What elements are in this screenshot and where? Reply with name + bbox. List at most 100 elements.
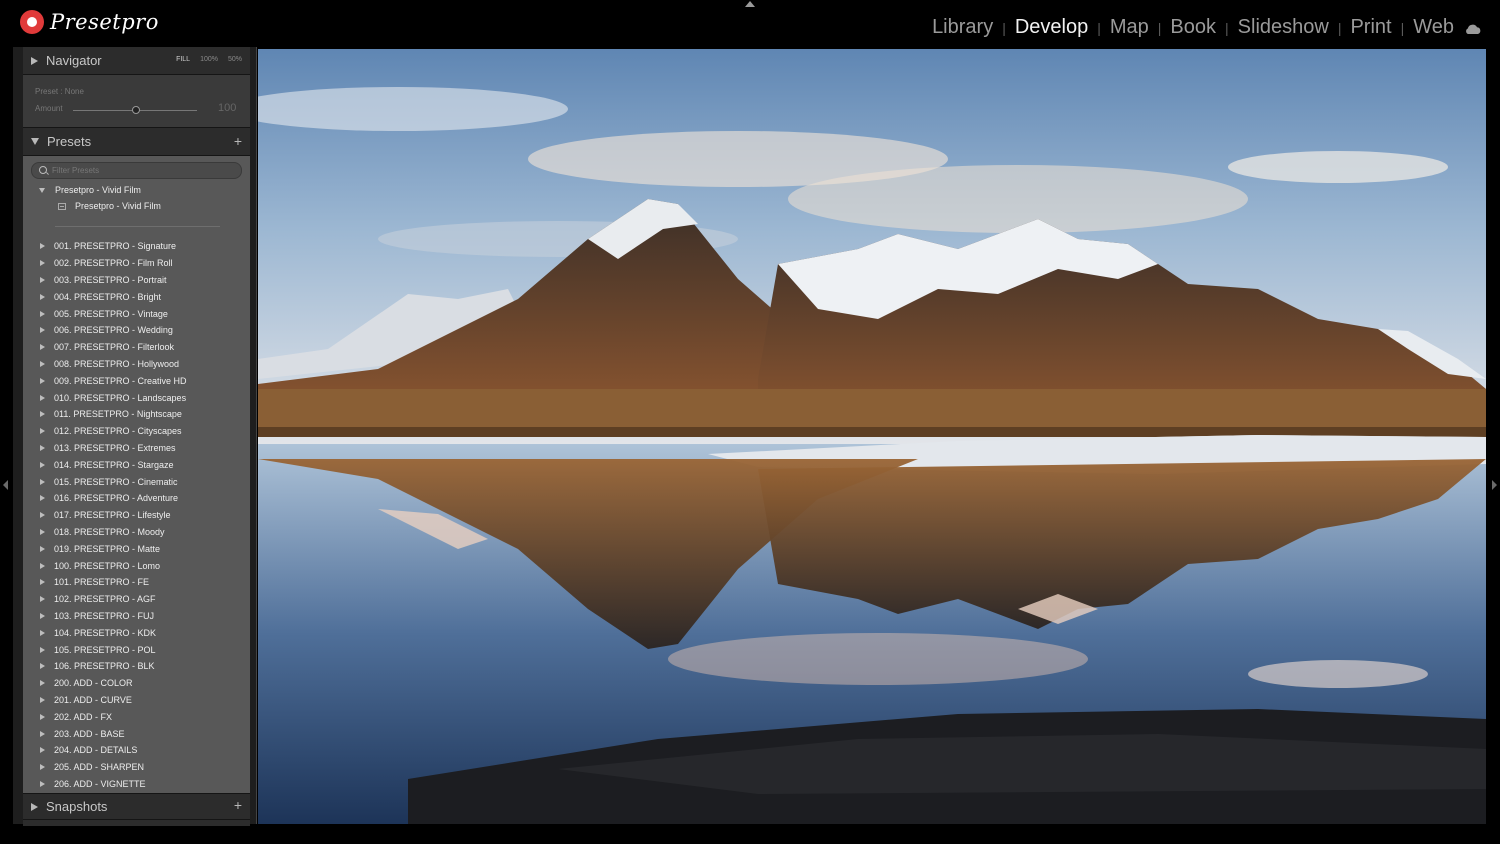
preset-folder-row[interactable]: 017. PRESETPRO - Lifestyle [40,507,187,524]
module-picker: Library | Develop | Map | Book | Slideshow | Print… [932,16,1482,39]
preset-folder-row[interactable]: 101. PRESETPRO - FE [40,574,187,591]
folder-collapsed-triangle-icon [40,394,45,401]
expanded-triangle-icon [31,138,39,145]
amount-slider-handle[interactable] [132,106,140,114]
right-panel-toggle-icon[interactable] [1492,480,1497,490]
preset-divider [55,226,220,227]
preset-folder-label: 101. PRESETPRO - FE [54,577,150,588]
module-develop[interactable]: Develop [1015,16,1088,39]
cloud-sync-icon[interactable] [1464,22,1482,34]
preset-folder-row[interactable]: 201. ADD - CURVE [40,692,187,709]
left-panel: Navigator FILL 100% 50% Preset : None Am… [13,47,257,826]
preset-folder-label: 102. PRESETPRO - AGF [54,594,156,605]
navigator-header[interactable]: Navigator FILL 100% 50% [23,47,250,75]
zoom-50[interactable]: 50% [228,56,242,63]
preset-folder-row[interactable]: 006. PRESETPRO - Wedding [40,322,187,339]
preset-folder-row[interactable]: 003. PRESETPRO - Portrait [40,272,187,289]
filter-presets-input[interactable] [52,164,232,176]
folder-collapsed-triangle-icon [40,461,45,468]
preset-folder-row[interactable]: 103. PRESETPRO - FUJ [40,608,187,625]
preset-folder-label: 015. PRESETPRO - Cinematic [54,476,178,487]
preset-folder-row[interactable]: 018. PRESETPRO - Moody [40,524,187,541]
preset-folder-row[interactable]: 009. PRESETPRO - Creative HD [40,372,187,389]
folder-collapsed-triangle-icon [40,327,45,334]
preset-folder-row[interactable]: 019. PRESETPRO - Matte [40,540,187,557]
preset-folder-row[interactable]: 005. PRESETPRO - Vintage [40,305,187,322]
snapshots-header[interactable]: Snapshots + [23,794,250,819]
preset-amount-box: Preset : None Amount 100 [23,75,250,128]
module-slideshow[interactable]: Slideshow [1238,16,1329,39]
top-panel-toggle-icon[interactable] [745,1,755,7]
preset-folder-label: 200. ADD - COLOR [54,678,133,689]
preset-folder-row[interactable]: 013. PRESETPRO - Extremes [40,440,187,457]
preset-folder-row[interactable]: 105. PRESETPRO - POL [40,641,187,658]
preset-folder-label: 204. ADD - DETAILS [54,745,138,756]
preset-folder-row[interactable]: 004. PRESETPRO - Bright [40,288,187,305]
module-map[interactable]: Map [1110,16,1149,39]
folder-collapsed-triangle-icon [40,444,45,451]
filter-presets-field[interactable] [31,162,242,179]
folder-collapsed-triangle-icon [40,411,45,418]
module-web[interactable]: Web [1413,16,1454,39]
preset-folder-row[interactable]: 001. PRESETPRO - Signature [40,238,187,255]
preset-folder-list: 001. PRESETPRO - Signature 002. PRESETPRO… [40,238,187,792]
folder-collapsed-triangle-icon [40,780,45,787]
collapsed-triangle-icon [31,56,38,65]
add-preset-plus-icon[interactable]: + [234,133,242,149]
left-panel-toggle-icon[interactable] [3,480,8,490]
preset-folder-row[interactable]: 010. PRESETPRO - Landscapes [40,389,187,406]
preset-folder-row[interactable]: 206. ADD - VIGNETTE [40,776,187,793]
preset-item-label: Presetpro - Vivid Film [75,201,161,211]
module-separator: | [1225,19,1229,36]
module-print[interactable]: Print [1350,16,1391,39]
preset-folder-row[interactable]: 002. PRESETPRO - Film Roll [40,255,187,272]
module-separator: | [1002,19,1006,36]
snapshots-title: Snapshots [46,799,108,814]
zoom-100[interactable]: 100% [200,56,218,63]
preset-folder-label: 103. PRESETPRO - FUJ [54,610,155,621]
preset-folder-row[interactable]: 205. ADD - SHARPEN [40,759,187,776]
amount-value[interactable]: 100 [218,102,236,114]
folder-collapsed-triangle-icon [40,310,45,317]
preset-folder-label: 008. PRESETPRO - Hollywood [54,358,180,369]
preset-item[interactable]: Presetpro - Vivid Film [58,201,161,211]
preset-folder-expanded[interactable]: Presetpro - Vivid Film [39,185,141,195]
folder-collapsed-triangle-icon [40,260,45,267]
folder-collapsed-triangle-icon [40,276,45,283]
preset-folder-row[interactable]: 015. PRESETPRO - Cinematic [40,473,187,490]
module-library[interactable]: Library [932,16,993,39]
preset-folder-row[interactable]: 204. ADD - DETAILS [40,742,187,759]
preset-folder-row[interactable]: 203. ADD - BASE [40,725,187,742]
folder-collapsed-triangle-icon [40,495,45,502]
photo-preview[interactable] [258,49,1486,824]
zoom-fill[interactable]: FILL [176,56,190,63]
preset-folder-label: 205. ADD - SHARPEN [54,762,145,773]
preset-file-icon [58,202,66,210]
preset-folder-label: 013. PRESETPRO - Extremes [54,442,176,453]
folder-collapsed-triangle-icon [40,612,45,619]
preset-folder-row[interactable]: 014. PRESETPRO - Stargaze [40,456,187,473]
preset-folder-label: 014. PRESETPRO - Stargaze [54,459,174,470]
preset-folder-row[interactable]: 011. PRESETPRO - Nightscape [40,406,187,423]
preset-folder-row[interactable]: 104. PRESETPRO - KDK [40,624,187,641]
module-book[interactable]: Book [1170,16,1216,39]
preset-folder-row[interactable]: 200. ADD - COLOR [40,675,187,692]
preset-folder-row[interactable]: 102. PRESETPRO - AGF [40,591,187,608]
presets-header[interactable]: Presets + [23,128,250,156]
folder-collapsed-triangle-icon [40,764,45,771]
folder-collapsed-triangle-icon [40,646,45,653]
add-snapshot-plus-icon[interactable]: + [234,797,242,813]
history-header-partial[interactable] [23,819,250,826]
folder-collapsed-triangle-icon [40,528,45,535]
preset-folder-row[interactable]: 007. PRESETPRO - Filterlook [40,339,187,356]
preset-folder-row[interactable]: 016. PRESETPRO - Adventure [40,490,187,507]
preset-folder-row[interactable]: 008. PRESETPRO - Hollywood [40,356,187,373]
preset-folder-label: 002. PRESETPRO - Film Roll [54,258,173,269]
preset-folder-row[interactable]: 012. PRESETPRO - Cityscapes [40,423,187,440]
folder-collapsed-triangle-icon [40,243,45,250]
preset-folder-row[interactable]: 202. ADD - FX [40,708,187,725]
navigator-zoom-options: FILL 100% 50% [176,56,242,63]
preset-folder-label: 202. ADD - FX [54,711,113,722]
preset-folder-row[interactable]: 106. PRESETPRO - BLK [40,658,187,675]
preset-folder-row[interactable]: 100. PRESETPRO - Lomo [40,557,187,574]
